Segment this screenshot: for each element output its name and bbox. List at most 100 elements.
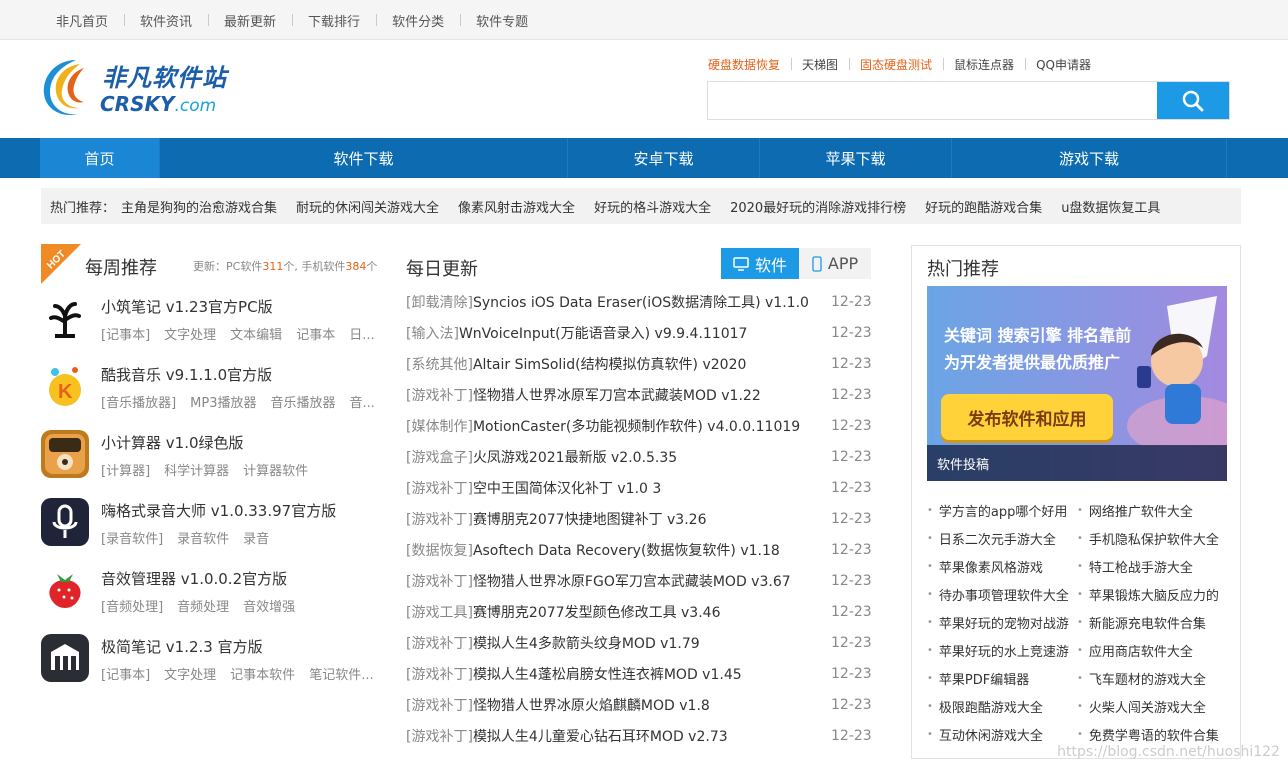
- main-nav-item[interactable]: 苹果下载: [760, 138, 952, 178]
- daily-row-name[interactable]: 空中王国简体汉化补丁 v1.0 3: [473, 478, 831, 498]
- weekly-item[interactable]: 嗨格式录音大师 v1.0.33.97官方版 [录音软件] 录音软件 录音: [41, 490, 381, 558]
- daily-row-category[interactable]: [数据恢复]: [406, 540, 473, 560]
- daily-row-category[interactable]: [游戏补丁]: [406, 509, 473, 529]
- daily-row-category[interactable]: [游戏补丁]: [406, 726, 473, 746]
- daily-row-name[interactable]: Syncios iOS Data Eraser(iOS数据清除工具) v1.1.…: [473, 292, 831, 312]
- daily-row[interactable]: [卸载清除] Syncios iOS Data Eraser(iOS数据清除工具)…: [406, 286, 872, 317]
- hot-link[interactable]: 手机隐私保护软件大全: [1077, 524, 1227, 552]
- weekly-item[interactable]: 音效管理器 v1.0.0.2官方版 [音频处理] 音频处理 音效增强: [41, 558, 381, 626]
- weekly-item-name[interactable]: 音效管理器 v1.0.0.2官方版: [101, 568, 287, 589]
- top-nav-link[interactable]: 软件资讯: [124, 11, 208, 30]
- main-nav-item[interactable]: 游戏下载: [952, 138, 1227, 178]
- weekly-item-tag[interactable]: MP3播放器: [190, 396, 256, 411]
- daily-row[interactable]: [游戏补丁] 怪物猎人世界冰原FGO军刀宫本武藏装MOD v3.67 12-23: [406, 565, 872, 596]
- daily-row-category[interactable]: [输入法]: [406, 323, 459, 343]
- header-hot-link[interactable]: 硬盘数据恢复: [708, 56, 791, 73]
- weekly-item-tag[interactable]: 文本编辑: [230, 328, 282, 343]
- weekly-item-name[interactable]: 极简笔记 v1.2.3 官方版: [101, 636, 263, 657]
- weekly-item-tag[interactable]: 记事本软件: [230, 668, 295, 683]
- hot-recommend-link[interactable]: 好玩的格斗游戏大全: [594, 201, 711, 216]
- daily-row-category[interactable]: [游戏盒子]: [406, 447, 473, 467]
- daily-row[interactable]: [游戏补丁] 空中王国简体汉化补丁 v1.0 3 12-23: [406, 472, 872, 503]
- search-input[interactable]: [708, 82, 1157, 119]
- weekly-item-tag[interactable]: [记事本]: [101, 668, 150, 683]
- top-nav-link[interactable]: 最新更新: [208, 11, 292, 30]
- hot-link[interactable]: 网络推广软件大全: [1077, 496, 1227, 524]
- weekly-item-name[interactable]: 嗨格式录音大师 v1.0.33.97官方版: [101, 500, 336, 521]
- weekly-item-name[interactable]: 小筑笔记 v1.23官方PC版: [101, 296, 273, 317]
- weekly-item-tag[interactable]: 音频处理: [177, 600, 229, 615]
- daily-row[interactable]: [游戏补丁] 模拟人生4儿童爱心钻石耳环MOD v2.73 12-23: [406, 720, 872, 751]
- daily-row[interactable]: [游戏补丁] 模拟人生4蓬松肩膀女性连衣裤MOD v1.45 12-23: [406, 658, 872, 689]
- top-nav-link[interactable]: 下载排行: [292, 11, 376, 30]
- daily-row[interactable]: [游戏补丁] 模拟人生4多款箭头纹身MOD v1.79 12-23: [406, 627, 872, 658]
- weekly-item-tag[interactable]: 日...: [349, 328, 374, 343]
- weekly-item-tag[interactable]: 文字处理: [164, 668, 216, 683]
- weekly-item-tag[interactable]: [记事本]: [101, 328, 150, 343]
- hot-recommend-link[interactable]: 好玩的跑酷游戏合集: [925, 201, 1042, 216]
- hot-link[interactable]: 互动休闲游戏大全: [927, 720, 1077, 748]
- daily-row[interactable]: [游戏盒子] 火凤游戏2021最新版 v2.0.5.35 12-23: [406, 441, 872, 472]
- main-nav-item[interactable]: 安卓下载: [568, 138, 760, 178]
- weekly-item-tag[interactable]: [音乐播放器]: [101, 396, 176, 411]
- daily-row-name[interactable]: 模拟人生4多款箭头纹身MOD v1.79: [473, 633, 831, 653]
- hot-link[interactable]: 苹果好玩的宠物对战游: [927, 608, 1077, 636]
- daily-row-name[interactable]: 模拟人生4蓬松肩膀女性连衣裤MOD v1.45: [473, 664, 831, 684]
- hot-link[interactable]: 应用商店软件大全: [1077, 636, 1227, 664]
- top-nav-link[interactable]: 非凡首页: [40, 11, 124, 30]
- weekly-item-tag[interactable]: 录音: [243, 532, 269, 547]
- daily-row[interactable]: [媒体制作] MotionCaster(多功能视频制作软件) v4.0.0.110…: [406, 410, 872, 441]
- weekly-item-tag[interactable]: [音频处理]: [101, 600, 163, 615]
- daily-row[interactable]: [输入法] WnVoiceInput(万能语音录入) v9.9.4.11017 12…: [406, 317, 872, 348]
- hot-link[interactable]: 特工枪战手游大全: [1077, 552, 1227, 580]
- promo-banner[interactable]: 关键词 搜索引擎 排名靠前 为开发者提供最优质推广 发布软件和应用 软件投稿: [927, 286, 1227, 481]
- daily-row-category[interactable]: [游戏补丁]: [406, 633, 473, 653]
- hot-link[interactable]: 日系二次元手游大全: [927, 524, 1077, 552]
- daily-row[interactable]: [游戏补丁] 赛博朋克2077快捷地图键补丁 v3.26 12-23: [406, 503, 872, 534]
- daily-row[interactable]: [游戏工具] 赛博朋克2077发型颜色修改工具 v3.46 12-23: [406, 596, 872, 627]
- top-nav-link[interactable]: 软件分类: [376, 11, 460, 30]
- weekly-item-tag[interactable]: 音效增强: [243, 600, 295, 615]
- hot-recommend-link[interactable]: 像素风射击游戏大全: [458, 201, 575, 216]
- daily-row-name[interactable]: Asoftech Data Recovery(数据恢复软件) v1.18: [473, 540, 831, 560]
- daily-row-category[interactable]: [游戏补丁]: [406, 478, 473, 498]
- daily-row-name[interactable]: 赛博朋克2077快捷地图键补丁 v3.26: [473, 509, 831, 529]
- daily-row-category[interactable]: [游戏补丁]: [406, 571, 473, 591]
- weekly-item[interactable]: 小计算器 v1.0绿色版 [计算器] 科学计算器 计算器软件: [41, 422, 381, 490]
- daily-row-name[interactable]: 赛博朋克2077发型颜色修改工具 v3.46: [473, 602, 831, 622]
- hot-link[interactable]: 极限跑酷游戏大全: [927, 692, 1077, 720]
- hot-link[interactable]: 新能源充电软件合集: [1077, 608, 1227, 636]
- main-nav-item[interactable]: 软件下载: [160, 138, 568, 178]
- weekly-item-name[interactable]: 酷我音乐 v9.1.1.0官方版: [101, 364, 272, 385]
- daily-row-name[interactable]: 怪物猎人世界冰原FGO军刀宫本武藏装MOD v3.67: [473, 571, 831, 591]
- header-hot-link[interactable]: 天梯图: [791, 56, 849, 73]
- hot-link[interactable]: 待办事项管理软件大全: [927, 580, 1077, 608]
- daily-row-category[interactable]: [系统其他]: [406, 354, 473, 374]
- hot-recommend-link[interactable]: 主角是狗狗的治愈游戏合集: [121, 201, 277, 216]
- daily-row-name[interactable]: 怪物猎人世界冰原军刀宫本武藏装MOD v1.22: [473, 385, 831, 405]
- weekly-item-tag[interactable]: 录音软件: [177, 532, 229, 547]
- daily-row[interactable]: [系统其他] Altair SimSolid(结构模拟仿真软件) v2020 12-…: [406, 348, 872, 379]
- weekly-item-tag[interactable]: [录音软件]: [101, 532, 163, 547]
- hot-recommend-link[interactable]: 耐玩的休闲闯关游戏大全: [296, 201, 439, 216]
- header-hot-link[interactable]: 固态硬盘测试: [849, 56, 943, 73]
- daily-row[interactable]: [游戏补丁] 怪物猎人世界冰原火焰麒麟MOD v1.8 12-23: [406, 689, 872, 720]
- hot-link[interactable]: 火柴人闯关游戏大全: [1077, 692, 1227, 720]
- daily-row-category[interactable]: [媒体制作]: [406, 416, 473, 436]
- daily-row-category[interactable]: [卸载清除]: [406, 292, 473, 312]
- main-nav-item[interactable]: 首页: [40, 138, 160, 178]
- daily-row-category[interactable]: [游戏补丁]: [406, 695, 473, 715]
- weekly-item-tag[interactable]: 计算器软件: [243, 464, 308, 479]
- daily-row-name[interactable]: WnVoiceInput(万能语音录入) v9.9.4.11017: [459, 323, 831, 343]
- tab-app[interactable]: APP: [799, 248, 871, 279]
- daily-row-name[interactable]: Altair SimSolid(结构模拟仿真软件) v2020: [473, 354, 831, 374]
- weekly-item[interactable]: 极简笔记 v1.2.3 官方版 [记事本] 文字处理 记事本软件 笔记软件...: [41, 626, 381, 694]
- daily-row[interactable]: [游戏补丁] 怪物猎人世界冰原军刀宫本武藏装MOD v1.22 12-23: [406, 379, 872, 410]
- weekly-item-name[interactable]: 小计算器 v1.0绿色版: [101, 432, 244, 453]
- top-nav-link[interactable]: 软件专题: [460, 11, 544, 30]
- hot-recommend-link[interactable]: 2020最好玩的消除游戏排行榜: [730, 201, 906, 216]
- weekly-item-tag[interactable]: 科学计算器: [164, 464, 229, 479]
- weekly-item-tag[interactable]: [计算器]: [101, 464, 150, 479]
- hot-link[interactable]: 苹果PDF编辑器: [927, 664, 1077, 692]
- weekly-item-tag[interactable]: 音...: [350, 396, 375, 411]
